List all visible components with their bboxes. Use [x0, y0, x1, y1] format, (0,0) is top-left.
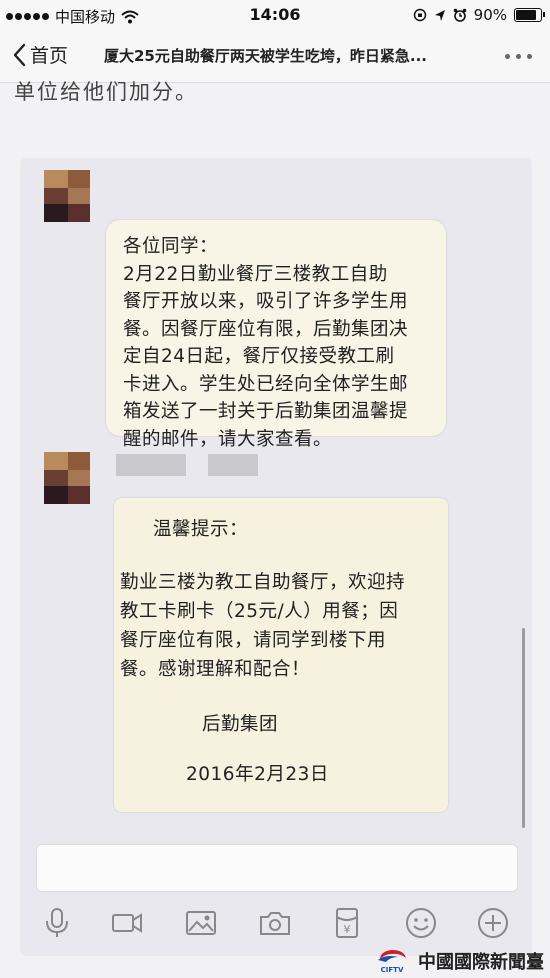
emoji-icon[interactable]	[404, 906, 438, 940]
scrollbar[interactable]	[522, 628, 525, 828]
notice-line: 餐厅座位有限，请同学到楼下用	[120, 630, 387, 651]
plus-icon[interactable]	[476, 906, 510, 940]
chat-screenshot: 各位同学： 2月22日勤业餐厅三楼教工自助 餐厅开放以来，吸引了许多学生用 餐。…	[20, 158, 532, 956]
message-line: 卡进入。学生处已经向全体学生邮	[123, 373, 409, 395]
avatar	[44, 170, 90, 222]
blurred-sender-name	[208, 454, 258, 476]
battery-percent: 90%	[473, 6, 507, 24]
notice-signature: 后勤集团	[202, 714, 279, 735]
svg-text:¥: ¥	[344, 923, 351, 936]
notice-heading: 温馨提示：	[153, 519, 249, 540]
message-line: 箱发送了一封关于后勤集团温馨提	[123, 401, 409, 422]
image-icon[interactable]	[184, 906, 218, 940]
camera-icon[interactable]	[258, 906, 292, 940]
blurred-sender-name	[116, 454, 186, 476]
more-options-button[interactable]	[505, 54, 532, 59]
back-button-label: 首页	[30, 45, 69, 67]
message-line: 醒的邮件，请大家查看。	[123, 428, 333, 450]
logo-text: CIFTV	[381, 966, 404, 974]
status-bar: 中国移动 14:06 90%	[0, 0, 550, 30]
notice-image[interactable]: 温馨提示： 勤业三楼为教工自助餐厅，欢迎持 教工卡刷卡（25元/人）用餐；因 餐…	[114, 498, 448, 812]
cifTV-logo: CIFTV	[372, 948, 412, 974]
red-packet-icon[interactable]: ¥	[330, 906, 364, 940]
video-icon[interactable]	[110, 906, 144, 940]
chat-message-text: 各位同学： 2月22日勤业餐厅三楼教工自助 餐厅开放以来，吸引了许多学生用 餐。…	[123, 233, 435, 453]
notice-line: 餐。感谢理解和配合！	[120, 659, 311, 680]
chat-message-bubble: 各位同学： 2月22日勤业餐厅三楼教工自助 餐厅开放以来，吸引了许多学生用 餐。…	[106, 220, 446, 450]
rotation-lock-icon	[413, 8, 426, 22]
message-line: 定自24日起，餐厅仅接受教工刷	[123, 346, 395, 367]
article-title: 厦大25元自助餐厅两天被学生吃垮，昨日紧急...	[104, 47, 427, 65]
message-line: 各位同学：	[123, 236, 219, 257]
broadcaster-watermark: CIFTV 中國國際新聞臺	[372, 948, 544, 974]
message-line: 餐。因餐厅座位有限，后勤集团决	[123, 318, 409, 340]
status-right: 90%	[413, 6, 545, 24]
article-text-line: 单位给他们加分。	[14, 80, 198, 104]
notice-line: 勤业三楼为教工自助餐厅，欢迎持	[120, 572, 406, 593]
notice-line: 教工卡刷卡（25元/人）用餐；因	[120, 601, 399, 622]
back-button[interactable]: 首页	[12, 41, 68, 68]
avatar	[44, 452, 90, 504]
battery-icon	[514, 8, 545, 22]
chevron-left-icon	[13, 43, 26, 66]
message-line: 餐厅开放以来，吸引了许多学生用	[123, 291, 409, 312]
battery-fill	[516, 10, 536, 20]
alarm-icon	[453, 8, 466, 22]
message-input[interactable]	[36, 844, 518, 892]
article-text-fragment: 单位给他们加分。	[0, 70, 550, 110]
microphone-icon[interactable]	[40, 906, 74, 940]
message-line: 2月22日勤业餐厅三楼教工自助	[123, 263, 388, 285]
location-arrow-icon	[434, 9, 445, 21]
notice-date: 2016年2月23日	[186, 764, 329, 785]
watermark-text: 中國國際新聞臺	[418, 952, 544, 973]
